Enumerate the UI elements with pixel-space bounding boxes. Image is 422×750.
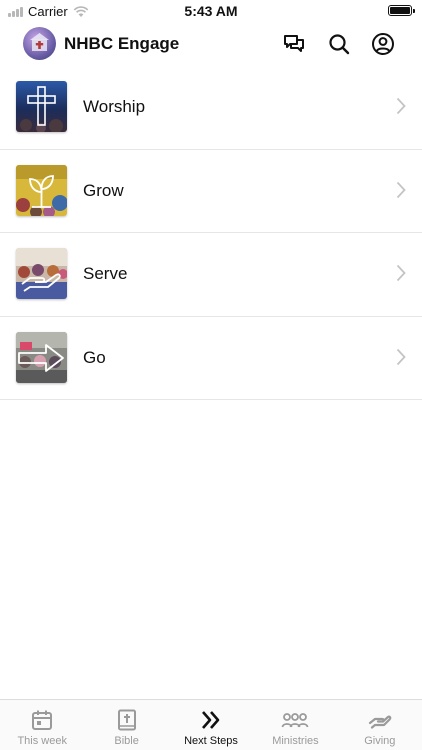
list-item-label: Grow (83, 180, 124, 200)
account-icon[interactable] (371, 32, 395, 56)
double-chevron-icon (202, 711, 220, 729)
chevron-right-icon (396, 348, 406, 365)
giving-hand-icon (368, 715, 392, 729)
tab-label: Next Steps (184, 735, 238, 747)
go-thumbnail (16, 331, 67, 383)
tab-label: Bible (114, 735, 139, 747)
tab-ministries[interactable]: Ministries (253, 700, 337, 750)
chevron-right-icon (396, 181, 406, 198)
list-item-grow[interactable]: Grow (0, 150, 422, 233)
tab-this-week[interactable]: This week (0, 700, 84, 750)
bible-icon (117, 709, 136, 731)
list-item-worship[interactable]: Worship (0, 66, 422, 150)
app-title: NHBC Engage (64, 34, 180, 53)
list-item-label: Worship (83, 97, 146, 116)
battery-icon (388, 5, 415, 16)
chevron-right-icon (396, 97, 406, 115)
tab-bible[interactable]: Bible (84, 700, 168, 750)
worship-thumbnail (16, 81, 67, 132)
chevron-right-icon (396, 264, 406, 282)
app-header: NHBC Engage (0, 24, 422, 64)
tab-next-steps[interactable]: Next Steps (169, 700, 253, 750)
tab-giving[interactable]: Giving (338, 700, 422, 750)
calendar-icon (32, 710, 53, 730)
grow-thumbnail (16, 164, 67, 216)
status-time: 5:43 AM (184, 3, 238, 19)
people-icon (282, 713, 309, 728)
tab-label: This week (17, 735, 67, 747)
list-item-go[interactable]: Go (0, 317, 422, 400)
chat-icon[interactable] (282, 32, 306, 56)
tab-label: Giving (364, 735, 396, 747)
status-bar: Carrier 5:43 AM (0, 0, 422, 22)
list-item-label: Go (83, 347, 106, 367)
list-item-serve[interactable]: Serve (0, 233, 422, 317)
serve-thumbnail (16, 248, 67, 299)
tab-bar: This week Bible Next Steps Ministries Gi… (0, 699, 422, 750)
next-steps-list: Worship Grow Serve Go (0, 66, 422, 400)
list-item-label: Serve (83, 264, 128, 283)
tab-label: Ministries (272, 735, 319, 747)
search-icon[interactable] (327, 32, 351, 56)
church-logo (23, 27, 56, 60)
